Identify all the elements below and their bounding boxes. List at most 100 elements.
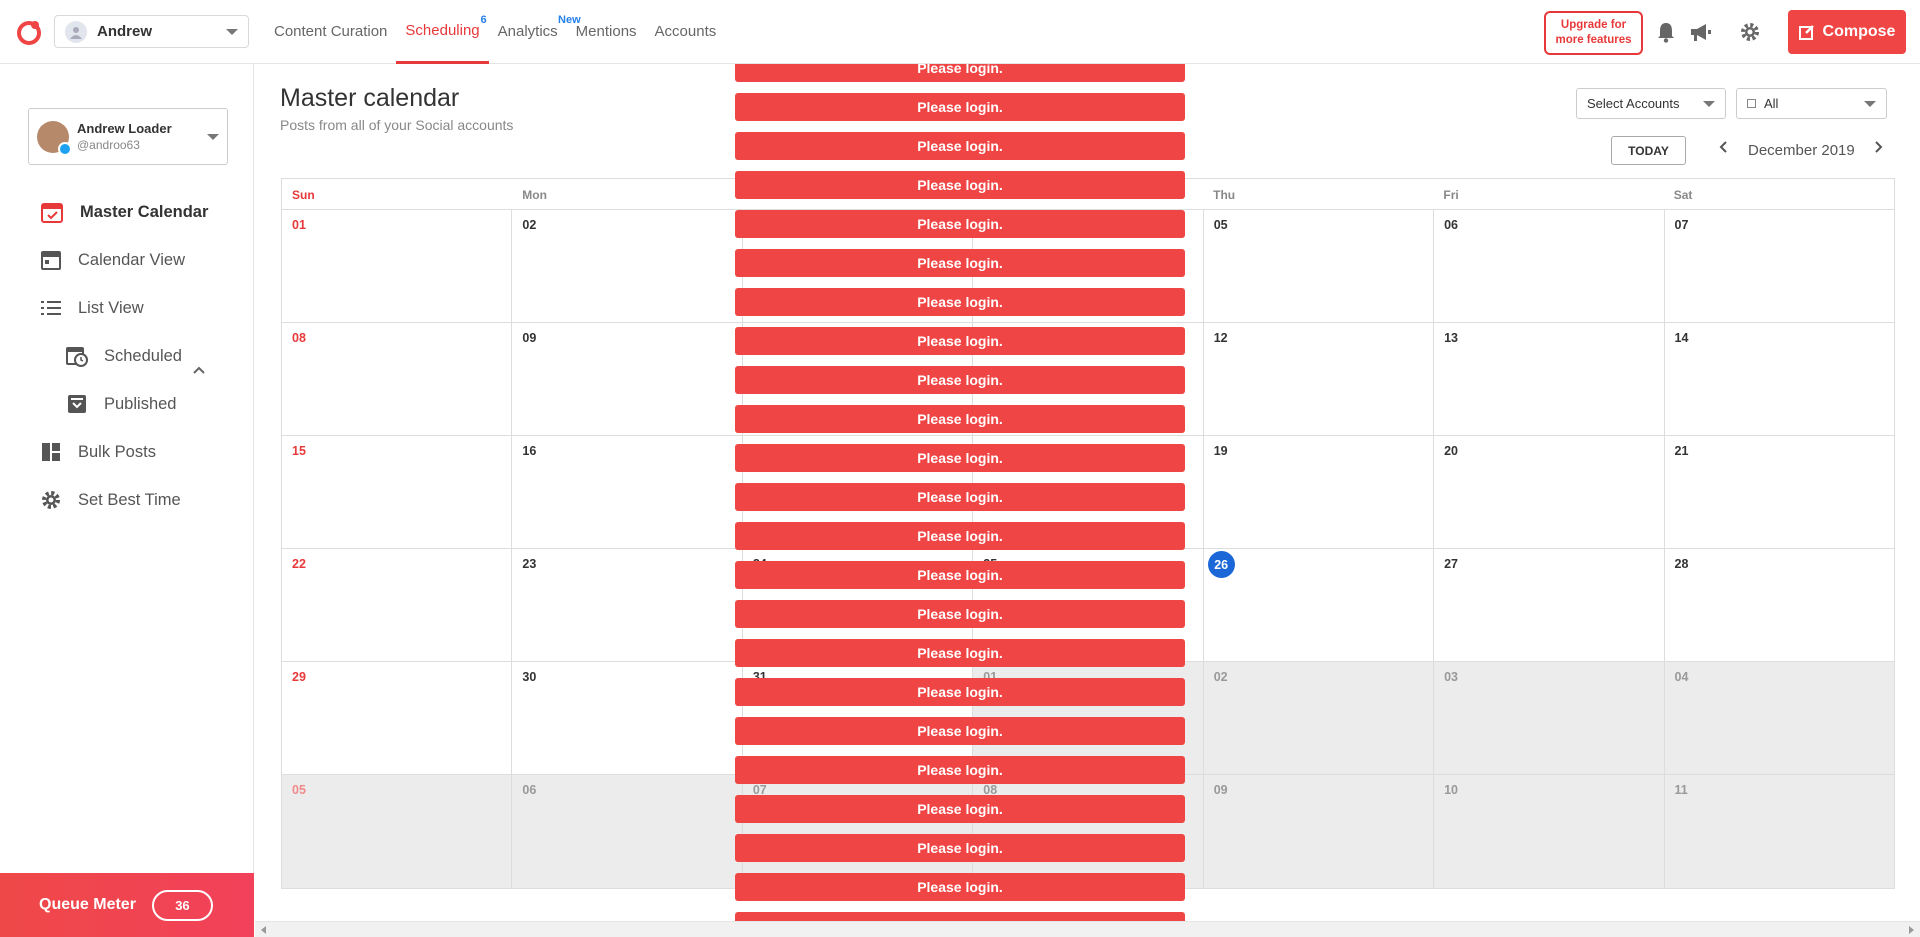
calendar-day-today[interactable]: 26 xyxy=(1204,549,1435,661)
horizontal-scrollbar[interactable] xyxy=(255,921,1920,937)
account-selector[interactable]: Andrew Loader @androo63 xyxy=(28,108,228,165)
app-logo[interactable] xyxy=(16,19,42,45)
chevron-right-icon[interactable] xyxy=(1872,140,1884,154)
calendar-day[interactable]: 04 xyxy=(1664,662,1894,774)
calendar-day[interactable]: 05 xyxy=(1204,210,1435,322)
filter-dropdown[interactable]: All xyxy=(1736,88,1887,119)
calendar-day[interactable]: 09 xyxy=(1203,775,1435,888)
login-error-toast[interactable]: Please login. xyxy=(735,171,1185,199)
day-number: 14 xyxy=(1674,331,1689,345)
avatar xyxy=(37,120,72,156)
account-handle: @androo63 xyxy=(77,138,140,152)
calendar-day[interactable]: 21 xyxy=(1665,436,1894,548)
login-error-toast[interactable]: Please login. xyxy=(735,600,1185,628)
chevron-left-icon[interactable] xyxy=(1718,140,1730,154)
main-nav: Content Curation Scheduling 6 Analytics New M… xyxy=(265,0,725,64)
login-error-toast[interactable]: Please login. xyxy=(735,444,1185,472)
sidebar-item-label: Set Best Time xyxy=(78,490,181,509)
queue-meter[interactable]: Queue Meter 36 xyxy=(0,873,254,937)
login-error-toast[interactable]: Please login. xyxy=(735,405,1185,433)
calendar-day[interactable]: 16 xyxy=(512,436,743,548)
calendar-day[interactable]: 13 xyxy=(1434,323,1665,435)
calendar-day[interactable]: 27 xyxy=(1434,549,1665,661)
calendar-day[interactable]: 11 xyxy=(1664,775,1894,888)
edit-icon xyxy=(1798,25,1814,40)
login-error-toast[interactable]: Please login. xyxy=(735,522,1185,550)
megaphone-icon[interactable] xyxy=(1688,20,1712,44)
login-error-toast[interactable]: Please login. xyxy=(735,639,1185,667)
calendar-day[interactable]: 20 xyxy=(1434,436,1665,548)
tab-label: Accounts xyxy=(654,23,717,40)
calendar-day[interactable]: 28 xyxy=(1665,549,1894,661)
login-error-toast[interactable]: Please login. xyxy=(735,756,1185,784)
tab-analytics[interactable]: Analytics New xyxy=(489,0,581,64)
calendar-day[interactable]: 06 xyxy=(512,775,743,888)
calendar-day[interactable]: 14 xyxy=(1665,323,1894,435)
settings-gear-icon[interactable] xyxy=(1738,20,1762,44)
sidebar-item-published[interactable]: Published xyxy=(66,393,176,415)
calendar-day[interactable]: 06 xyxy=(1434,210,1665,322)
login-error-toast[interactable]: Please login. xyxy=(735,93,1185,121)
calendar-day[interactable]: 23 xyxy=(512,549,743,661)
calendar-day[interactable]: 03 xyxy=(1434,662,1665,774)
calendar-day[interactable]: 29 xyxy=(282,662,513,774)
calendar-day[interactable]: 19 xyxy=(1204,436,1435,548)
day-number: 26 xyxy=(1207,551,1235,578)
login-error-toast[interactable]: Please login. xyxy=(735,717,1185,745)
tab-content-curation[interactable]: Content Curation xyxy=(265,0,396,64)
day-number: 27 xyxy=(1444,557,1459,571)
calendar-day[interactable]: 05 xyxy=(282,775,513,888)
day-number: 30 xyxy=(522,670,537,684)
calendar-day[interactable]: 15 xyxy=(282,436,513,548)
bell-icon[interactable] xyxy=(1654,20,1678,44)
sidebar-item-scheduled[interactable]: Scheduled xyxy=(66,345,182,367)
login-error-toast[interactable]: Please login. xyxy=(735,249,1185,277)
compose-button[interactable]: Compose xyxy=(1788,10,1906,54)
day-number: 29 xyxy=(292,670,306,684)
sidebar-item-set-best-time[interactable]: Set Best Time xyxy=(40,489,181,511)
sidebar-item-calendar-view[interactable]: Calendar View xyxy=(40,249,185,271)
login-error-toast[interactable]: Please login. xyxy=(735,678,1185,706)
workspace-selector[interactable]: Andrew xyxy=(54,15,249,48)
tab-mentions[interactable]: Mentions xyxy=(567,0,646,64)
login-error-toast[interactable]: Please login. xyxy=(735,366,1185,394)
select-accounts-dropdown[interactable]: Select Accounts xyxy=(1576,88,1726,119)
tab-scheduling[interactable]: Scheduling 6 xyxy=(396,0,489,64)
chevron-down-icon xyxy=(207,133,219,140)
chevron-up-icon[interactable] xyxy=(192,365,206,375)
calendar-day[interactable]: 08 xyxy=(282,323,513,435)
day-number: 10 xyxy=(1444,783,1459,797)
sidebar-item-list-view[interactable]: List View xyxy=(40,297,144,319)
calendar-day[interactable]: 12 xyxy=(1204,323,1435,435)
calendar-day[interactable]: 09 xyxy=(512,323,743,435)
page-title: Master calendar xyxy=(280,84,460,112)
chevron-down-icon xyxy=(1703,100,1715,107)
login-error-toast[interactable]: Please login. xyxy=(735,132,1185,160)
login-error-toast[interactable]: Please login. xyxy=(735,327,1185,355)
login-error-toast[interactable]: Please login. xyxy=(735,210,1185,238)
day-number: 08 xyxy=(292,331,306,345)
upgrade-button[interactable]: Upgrade for more features xyxy=(1544,11,1643,55)
login-error-toast[interactable]: Please login. xyxy=(735,483,1185,511)
day-number: 09 xyxy=(522,331,537,345)
login-error-toast[interactable]: Please login. xyxy=(735,834,1185,862)
today-button[interactable]: TODAY xyxy=(1611,136,1686,165)
login-error-toast[interactable]: Please login. xyxy=(735,561,1185,589)
calendar-day[interactable]: 02 xyxy=(1203,662,1435,774)
scroll-right-icon[interactable] xyxy=(1909,926,1914,934)
sidebar-item-bulk-posts[interactable]: Bulk Posts xyxy=(40,441,156,463)
calendar-day[interactable]: 10 xyxy=(1434,775,1665,888)
calendar-day[interactable]: 30 xyxy=(512,662,743,774)
login-error-toast[interactable]: Please login. xyxy=(735,873,1185,901)
login-error-toast[interactable]: Please login. xyxy=(735,288,1185,316)
tab-accounts[interactable]: Accounts xyxy=(646,0,726,64)
calendar-day[interactable]: 01 xyxy=(282,210,513,322)
calendar-day[interactable]: 22 xyxy=(282,549,513,661)
tab-label: Scheduling xyxy=(405,21,480,39)
upgrade-label-line1: Upgrade for xyxy=(1560,19,1627,31)
login-error-toast[interactable]: Please login. xyxy=(735,795,1185,823)
calendar-day[interactable]: 07 xyxy=(1665,210,1894,322)
scroll-left-icon[interactable] xyxy=(261,926,266,934)
sidebar-item-master-calendar[interactable]: Master Calendar xyxy=(40,200,208,224)
calendar-day[interactable]: 02 xyxy=(512,210,743,322)
